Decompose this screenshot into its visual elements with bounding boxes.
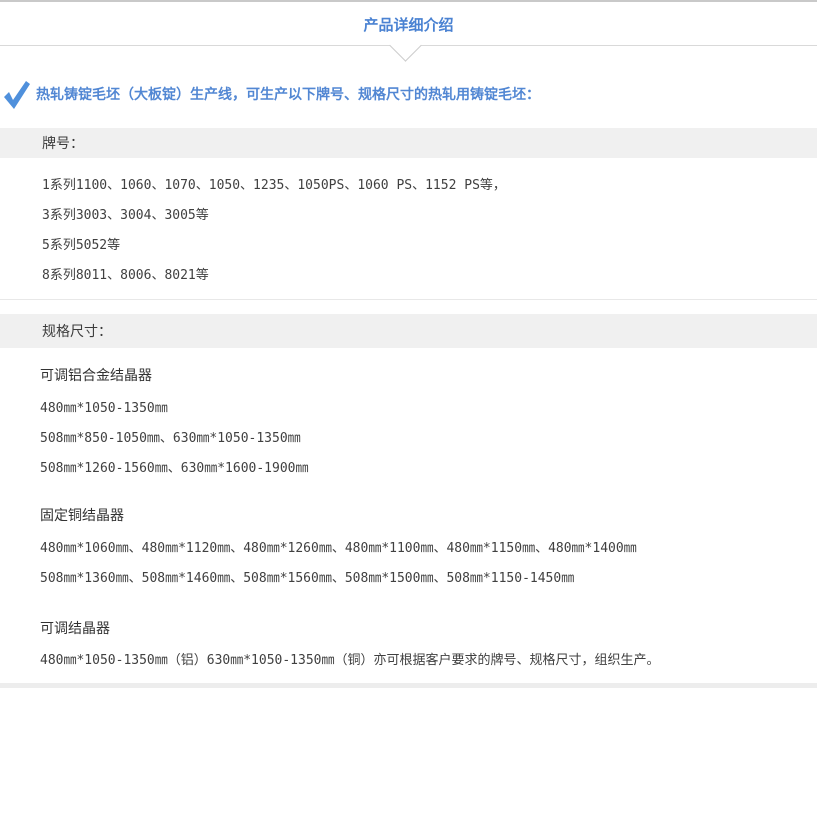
intro-text: 热轧铸锭毛坯（大板锭）生产线，可生产以下牌号、规格尺寸的热轧用铸锭毛坯：: [36, 85, 796, 103]
brand-line: 5系列5052等: [42, 237, 802, 255]
check-icon: [3, 80, 31, 110]
brand-line: 1系列1100、1060、1070、1050、1235、1050PS、1060 …: [42, 177, 802, 195]
section-header-spec: 规格尺寸：: [0, 314, 817, 348]
top-border: [0, 0, 817, 2]
spec-line: 480㎜*1050-1350㎜: [40, 400, 800, 418]
spec-line: 480㎜*1060㎜、480㎜*1120㎜、480㎜*1260㎜、480㎜*11…: [40, 540, 800, 558]
section-header-brand: 牌号：: [0, 128, 817, 158]
spec-line: 508㎜*1360㎜、508㎜*1460㎜、508㎜*1560㎜、508㎜*15…: [40, 570, 800, 588]
spec-line: 508㎜*850-1050㎜、630㎜*1050-1350㎜: [40, 430, 800, 448]
section-divider: [0, 299, 817, 300]
product-detail-page: 产品详细介绍 热轧铸锭毛坯（大板锭）生产线，可生产以下牌号、规格尺寸的热轧用铸锭…: [0, 0, 817, 820]
spec-subtitle: 可调铝合金结晶器: [40, 366, 740, 384]
spec-line: 480㎜*1050-1350㎜（铝）630㎜*1050-1350㎜（铜）亦可根据…: [40, 652, 800, 670]
spec-line: 508㎜*1260-1560㎜、630㎜*1600-1900㎜: [40, 460, 800, 478]
brand-line: 3系列3003、3004、3005等: [42, 207, 802, 225]
spec-subtitle: 可调结晶器: [40, 619, 740, 637]
bottom-divider: [0, 683, 817, 688]
spec-subtitle: 固定铜结晶器: [40, 506, 740, 524]
brand-line: 8系列8011、8006、8021等: [42, 267, 802, 285]
